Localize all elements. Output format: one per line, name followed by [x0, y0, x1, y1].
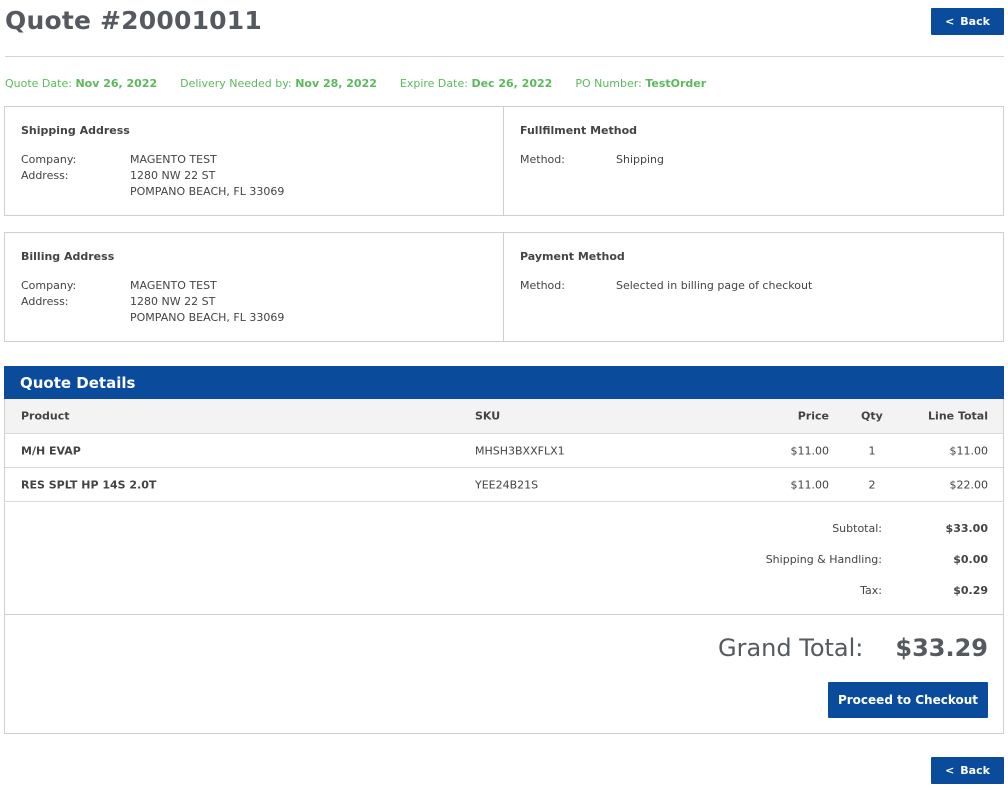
expire-label: Expire Date:: [399, 77, 468, 90]
quote-details-heading: Quote Details: [4, 366, 1004, 399]
item-line-total: $11.00: [949, 444, 989, 457]
grand-total-panel: Grand Total: $33.29 Proceed to Checkout: [4, 614, 1004, 734]
item-qty: 2: [868, 478, 876, 491]
table-header-row: Product SKU Price Qty Line Total: [5, 399, 1003, 434]
item-price: $11.00: [790, 478, 830, 491]
item-sku: YEE24B21S: [475, 478, 539, 491]
quote-items-table: Product SKU Price Qty Line Total M/H EVA…: [4, 399, 1004, 502]
back-button-bottom[interactable]: < Back: [931, 757, 1004, 784]
expire-value: Dec 26, 2022: [471, 77, 553, 90]
proceed-to-checkout-button[interactable]: Proceed to Checkout: [828, 682, 988, 718]
quote-date-label: Quote Date:: [5, 77, 72, 90]
fulfillment-method-label: Method:: [520, 153, 565, 166]
col-qty: Qty: [861, 409, 883, 423]
title-divider: [5, 56, 1004, 57]
shipping-company: MAGENTO TEST: [130, 153, 217, 166]
shipping-address-panel: Shipping Address Company: MAGENTO TEST A…: [5, 107, 504, 215]
grand-total-row: Grand Total: $33.29: [718, 634, 988, 662]
subtotal-value: $33.00: [945, 522, 988, 535]
shipping-address-label: Address:: [21, 169, 69, 182]
shipping-row: Shipping & Handling: $0.00: [682, 553, 988, 566]
fulfillment-panel: Fullfilment Method Method: Shipping: [504, 107, 1003, 215]
tax-value: $0.29: [953, 584, 988, 597]
delivery-value: Nov 28, 2022: [295, 77, 377, 90]
payment-panel: Payment Method Method: Selected in billi…: [504, 233, 1003, 341]
table-row: RES SPLT HP 14S 2.0T YEE24B21S $11.00 2 …: [5, 468, 1003, 502]
expire-date: Expire Date: Dec 26, 2022: [400, 77, 552, 90]
delivery-label: Delivery Needed by:: [180, 77, 292, 90]
item-qty: 1: [868, 444, 876, 457]
grand-total-value: $33.29: [895, 634, 988, 662]
col-sku: SKU: [475, 409, 501, 423]
billing-address-line2: POMPANO BEACH, FL 33069: [130, 311, 285, 324]
item-product: M/H EVAP: [21, 444, 81, 457]
item-sku: MHSH3BXXFLX1: [475, 444, 565, 457]
grand-total-label: Grand Total:: [717, 634, 864, 662]
back-label: Back: [960, 764, 990, 777]
fulfillment-heading: Fullfilment Method: [520, 124, 638, 137]
chevron-left-icon: <: [945, 764, 955, 777]
shipping-address-line1: 1280 NW 22 ST: [130, 169, 216, 182]
back-label: Back: [960, 15, 990, 28]
subtotal-label: Subtotal:: [832, 522, 882, 535]
billing-company: MAGENTO TEST: [130, 279, 217, 292]
billing-company-label: Company:: [21, 279, 77, 292]
fulfillment-method: Shipping: [616, 153, 664, 166]
billing-box: Billing Address Company: MAGENTO TEST Ad…: [4, 232, 1004, 342]
billing-address-label: Address:: [21, 295, 69, 308]
shipping-box: Shipping Address Company: MAGENTO TEST A…: [4, 106, 1004, 216]
shipping-address-line2: POMPANO BEACH, FL 33069: [130, 185, 285, 198]
item-price: $11.00: [790, 444, 830, 457]
table-row: M/H EVAP MHSH3BXXFLX1 $11.00 1 $11.00: [5, 434, 1003, 468]
po-label: PO Number:: [575, 77, 642, 90]
quote-date-value: Nov 26, 2022: [75, 77, 158, 90]
billing-address-line1: 1280 NW 22 ST: [130, 295, 216, 308]
po-value: TestOrder: [645, 77, 707, 90]
quote-date: Quote Date: Nov 26, 2022: [5, 77, 157, 90]
col-product: Product: [21, 409, 70, 423]
subtotal-row: Subtotal: $33.00: [682, 522, 988, 535]
page-title: Quote #20001011: [5, 6, 262, 35]
billing-address-panel: Billing Address Company: MAGENTO TEST Ad…: [5, 233, 504, 341]
shipping-heading: Shipping Address: [21, 124, 130, 137]
delivery-date: Delivery Needed by: Nov 28, 2022: [180, 77, 377, 90]
col-price: Price: [797, 409, 829, 423]
shipping-handling-value: $0.00: [953, 553, 988, 566]
shipping-company-label: Company:: [21, 153, 77, 166]
shipping-handling-label: Shipping & Handling:: [765, 553, 882, 566]
billing-heading: Billing Address: [21, 250, 115, 263]
payment-method: Selected in billing page of checkout: [616, 279, 813, 292]
item-product: RES SPLT HP 14S 2.0T: [21, 478, 157, 491]
tax-row: Tax: $0.29: [682, 584, 988, 597]
col-line-total: Line Total: [928, 409, 988, 423]
payment-heading: Payment Method: [520, 250, 625, 263]
chevron-left-icon: <: [945, 15, 955, 28]
quote-meta: Quote Date: Nov 26, 2022 Delivery Needed…: [5, 77, 706, 90]
tax-label: Tax:: [860, 584, 882, 597]
payment-method-label: Method:: [520, 279, 565, 292]
back-button-top[interactable]: < Back: [931, 8, 1004, 35]
totals-panel: Subtotal: $33.00 Shipping & Handling: $0…: [4, 503, 1004, 615]
po-number: PO Number: TestOrder: [575, 77, 706, 90]
item-line-total: $22.00: [949, 478, 989, 491]
